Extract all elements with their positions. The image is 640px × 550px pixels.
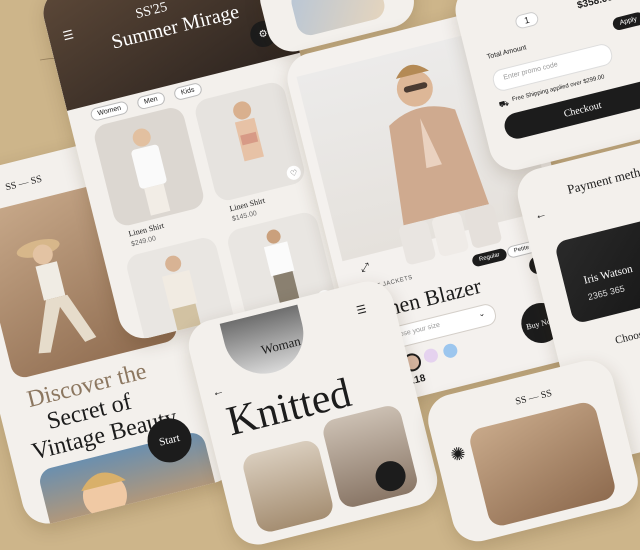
sun-logo-icon: ✺ (448, 442, 468, 466)
knit-photo-2 (320, 403, 420, 510)
truck-icon: ⛟ (497, 98, 510, 110)
apply-button[interactable]: Apply (611, 11, 640, 32)
product-card-2[interactable] (192, 79, 308, 204)
promo-placeholder: Enter promo code (502, 61, 559, 82)
back-arrow-icon[interactable]: ← (210, 383, 225, 399)
swatch-4[interactable] (441, 342, 459, 360)
top-strip-photo (288, 0, 388, 39)
chip-kids[interactable]: Kids (172, 81, 203, 102)
swatch-3[interactable] (422, 347, 440, 365)
fit-regular[interactable]: Regular (471, 247, 508, 268)
choose-label: Choose (614, 327, 640, 347)
total-label: Total Amount (486, 44, 528, 61)
payment-card[interactable]: Iris Watson 2365 365 (553, 206, 640, 325)
cart-quantity[interactable]: 1 (514, 10, 540, 30)
cart-price: $358.00 (576, 0, 614, 12)
expand-icon[interactable]: ⤢ (359, 261, 371, 276)
payment-title: Payment method (565, 161, 640, 197)
chip-men[interactable]: Men (135, 91, 166, 111)
back-arrow-icon[interactable]: ← (533, 206, 548, 222)
card-number: 2365 365 (586, 283, 626, 303)
card-holder-name: Iris Watson (582, 262, 634, 287)
menu-icon[interactable]: ☰ (355, 302, 367, 317)
checkout-label: Checkout (562, 99, 603, 120)
chevron-down-icon: ⌄ (477, 308, 486, 319)
brand-photo (467, 399, 618, 529)
product-card-1[interactable] (91, 105, 207, 229)
brand-logo: SS — SS (514, 387, 554, 408)
knit-photo-1 (240, 437, 336, 535)
hero-logo: SS — SS (4, 173, 44, 194)
start-label: Start (157, 432, 182, 449)
